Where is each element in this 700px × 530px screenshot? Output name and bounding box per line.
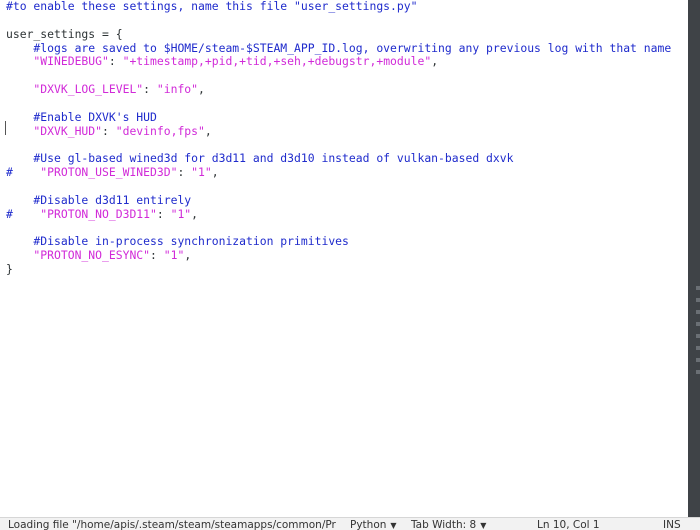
code-token-string: "1" <box>163 248 185 263</box>
code-line[interactable]: #Use gl-based wined3d for d3d11 and d3d1… <box>6 151 513 165</box>
window-edge-mark <box>696 334 700 338</box>
code-token-comment: #Disable d3d11 entirely <box>6 192 192 207</box>
code-line[interactable]: "PROTON_NO_ESYNC": "1", <box>6 248 191 262</box>
code-token-plain: : <box>108 54 123 69</box>
code-token-string: "DXVK_HUD" <box>6 123 103 138</box>
code-line[interactable]: #logs are saved to $HOME/steam-$STEAM_AP… <box>6 41 671 55</box>
code-line[interactable]: # "PROTON_USE_WINED3D": "1", <box>6 165 219 179</box>
status-bar: Loading file "/home/apis/.steam/steam/st… <box>0 517 700 530</box>
code-editor[interactable]: #to enable these settings, name this fil… <box>0 0 688 517</box>
code-line[interactable]: user_settings = { <box>6 27 123 41</box>
window-edge-mark <box>696 298 700 302</box>
code-line[interactable]: #to enable these settings, name this fil… <box>6 0 417 13</box>
code-token-plain: } <box>6 262 13 277</box>
code-token-plain: , <box>204 123 212 138</box>
code-token-comment: # <box>6 165 13 180</box>
code-token-string: "devinfo,fps" <box>115 123 205 138</box>
code-line[interactable]: } <box>6 262 13 276</box>
code-token-plain: : <box>156 206 171 221</box>
insert-mode-indicator: INS <box>663 519 681 530</box>
window-edge-mark <box>696 286 700 290</box>
code-token-string: "PROTON_NO_ESYNC" <box>6 248 151 263</box>
code-line[interactable]: "WINEDEBUG": "+timestamp,+pid,+tid,+seh,… <box>6 54 438 68</box>
code-line[interactable]: # "PROTON_NO_D3D11": "1", <box>6 207 198 221</box>
code-token-comment: # <box>6 206 13 221</box>
window-edge-mark <box>696 358 700 362</box>
code-token-string: "1" <box>170 206 192 221</box>
language-selector[interactable]: Python ▼ <box>350 519 397 530</box>
code-token-plain: : <box>177 165 192 180</box>
status-message: Loading file "/home/apis/.steam/steam/st… <box>8 519 336 530</box>
code-line[interactable]: #Disable d3d11 entirely <box>6 193 191 207</box>
window-edge-mark <box>696 310 700 314</box>
code-token-comment: #Disable in-process synchronization prim… <box>6 234 349 249</box>
cursor-position: Ln 10, Col 1 <box>537 519 600 530</box>
code-token-plain: , <box>211 165 219 180</box>
code-token-string: "DXVK_LOG_LEVEL" <box>6 82 144 97</box>
background-window-edge <box>688 0 700 517</box>
code-token-string: "WINEDEBUG" <box>6 54 109 69</box>
code-token-plain: : <box>143 82 157 97</box>
code-token-comment: #logs are saved to $HOME/steam-$STEAM_AP… <box>6 40 672 55</box>
code-token-plain: user_settings = { <box>6 26 123 41</box>
code-token-string: "+timestamp,+pid,+tid,+seh,+debugstr,+mo… <box>122 54 432 69</box>
tab-width-label: Tab Width: 8 <box>411 519 477 530</box>
code-line[interactable]: "DXVK_LOG_LEVEL": "info", <box>6 82 205 97</box>
code-token-plain: , <box>198 82 205 97</box>
code-token-plain: , <box>431 54 439 69</box>
code-token-comment: #to enable these settings, name this fil… <box>6 0 418 13</box>
code-token-comment: #Use gl-based wined3d for d3d11 and d3d1… <box>6 151 514 166</box>
window-edge-mark <box>696 322 700 326</box>
tab-width-selector[interactable]: Tab Width: 8 ▼ <box>411 519 486 530</box>
code-line[interactable]: #Enable DXVK's HUD <box>6 109 157 124</box>
code-line[interactable]: #Disable in-process synchronization prim… <box>6 234 349 249</box>
code-token-string: "PROTON_NO_D3D11" <box>12 206 157 221</box>
code-token-plain: , <box>184 248 192 263</box>
code-token-plain: : <box>102 123 116 138</box>
language-label: Python <box>350 519 387 530</box>
code-token-string: "PROTON_USE_WINED3D" <box>12 165 178 180</box>
code-token-plain: : <box>150 248 164 263</box>
code-token-comment: #Enable DXVK's HUD <box>6 109 157 124</box>
code-token-string: "info" <box>156 82 199 97</box>
window-edge-mark <box>696 346 700 350</box>
code-line[interactable]: "DXVK_HUD": "devinfo,fps", <box>6 123 212 138</box>
window-edge-mark <box>696 370 700 374</box>
code-token-plain: , <box>191 206 199 221</box>
code-token-string: "1" <box>191 165 212 180</box>
